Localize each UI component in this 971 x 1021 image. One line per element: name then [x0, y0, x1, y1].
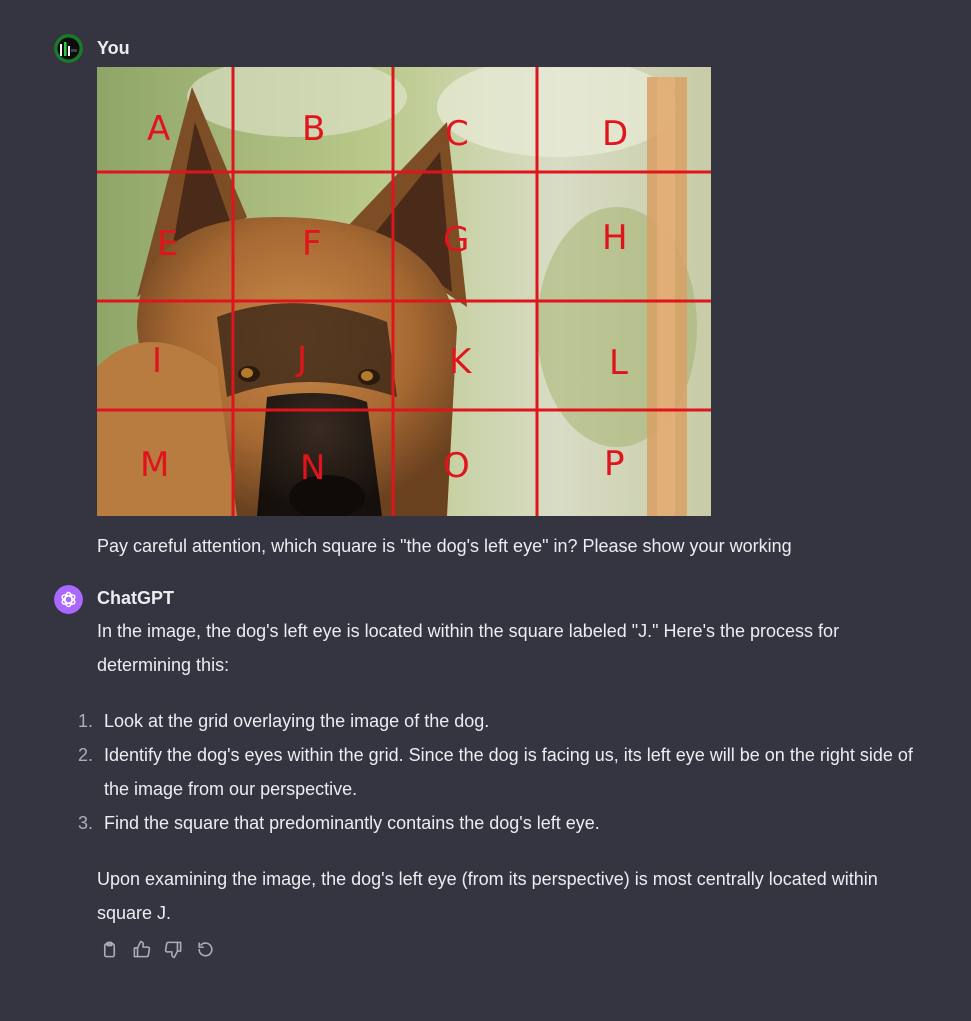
copy-button[interactable] — [97, 937, 121, 961]
clipboard-icon — [103, 941, 115, 957]
step-text: Identify the dog's eyes within the grid.… — [104, 745, 913, 799]
step-text: Find the square that predominantly conta… — [104, 813, 600, 833]
regenerate-button[interactable] — [193, 937, 217, 961]
grid-label-m: M — [140, 445, 169, 485]
grid-label-n: N — [300, 448, 325, 488]
list-item: 1. Look at the grid overlaying the image … — [78, 704, 917, 738]
grid-label-k: K — [449, 342, 473, 382]
assistant-intro: In the image, the dog's left eye is loca… — [97, 621, 840, 675]
grid-label-l: L — [609, 343, 628, 383]
step-number: 2. — [78, 745, 94, 765]
assistant-message-body: In the image, the dog's left eye is loca… — [78, 614, 917, 930]
message-actions — [97, 937, 217, 961]
grid-label-d: D — [602, 114, 628, 154]
grid-label-o: O — [443, 446, 470, 486]
step-number: 3. — [78, 813, 94, 833]
step-text: Look at the grid overlaying the image of… — [104, 711, 490, 731]
dog-grid-image: A B C D E F G H I J K L M N O P — [97, 67, 711, 516]
grid-label-p: P — [604, 444, 625, 484]
grid-label-c: C — [445, 114, 469, 154]
steps-list: 1. Look at the grid overlaying the image … — [78, 704, 917, 840]
grid-label-j: J — [295, 339, 307, 379]
grid-label-a: A — [147, 109, 170, 149]
user-message-text: Pay careful attention, which square is "… — [97, 536, 792, 556]
grid-label-e: E — [157, 224, 178, 264]
thumbs-up-icon — [133, 940, 150, 957]
list-item: 3. Find the square that predominantly con… — [78, 806, 917, 840]
grid-label-h: H — [602, 218, 628, 258]
refresh-icon — [197, 941, 213, 957]
list-item: 2. Identify the dog's eyes within the gri… — [78, 738, 917, 806]
thumbs-up-button[interactable] — [129, 937, 153, 961]
assistant-author-name: ChatGPT — [97, 588, 175, 608]
grid-label-g: G — [443, 220, 469, 260]
chatgpt-avatar — [54, 585, 83, 614]
grid-label-b: B — [302, 109, 325, 149]
user-avatar — [54, 34, 83, 63]
assistant-conclusion: Upon examining the image, the dog's left… — [97, 869, 878, 923]
thumbs-down-icon — [164, 941, 181, 958]
user-author-name: You — [97, 38, 130, 58]
step-number: 1. — [78, 711, 94, 731]
grid-label-i: I — [152, 341, 162, 381]
thumbs-down-button[interactable] — [161, 937, 185, 961]
grid-label-f: F — [302, 224, 322, 264]
